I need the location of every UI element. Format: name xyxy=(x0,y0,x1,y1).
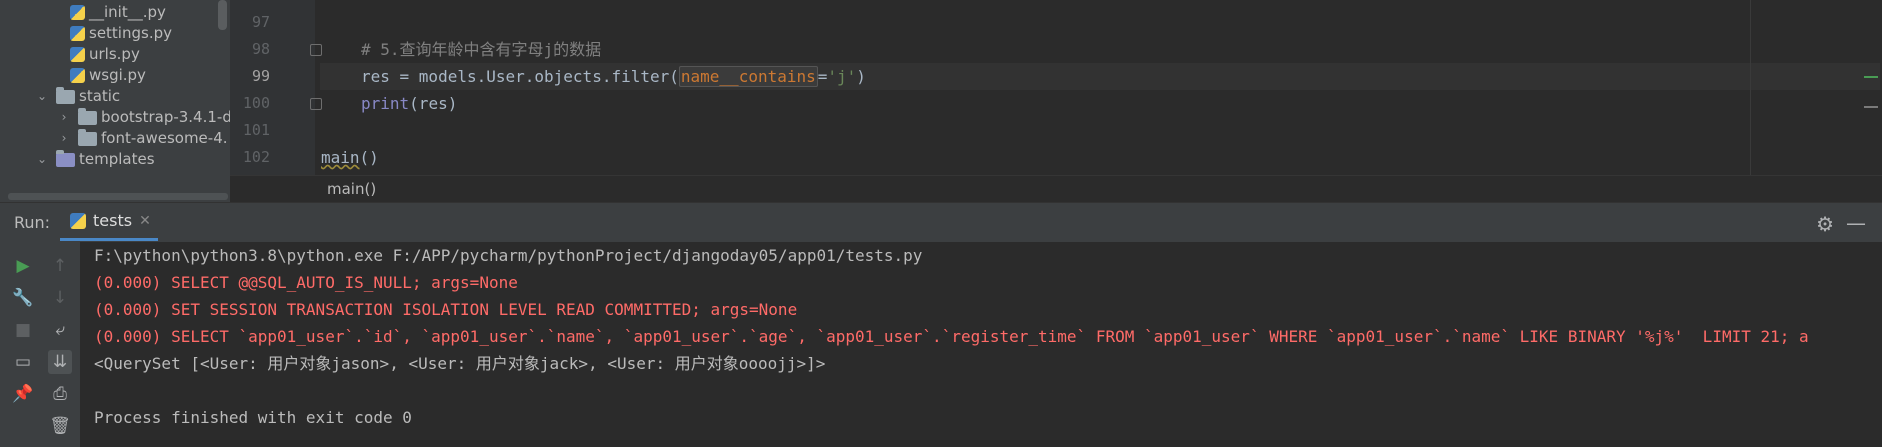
console-line: <QuerySet [<User: 用户对象jason>, <User: 用户对… xyxy=(94,354,826,373)
scroll-to-end-icon[interactable]: ⇊ xyxy=(48,350,72,374)
run-panel-header: Run: tests ✕ ⚙ — xyxy=(0,202,1882,244)
breadcrumb-bar: main() xyxy=(230,175,1882,203)
project-tree: __init__.py settings.py urls.py wsgi.py … xyxy=(0,0,230,202)
code-comment: # 5.查询年龄中含有字母j的数据 xyxy=(361,40,602,59)
folder-icon xyxy=(56,149,75,167)
minimize-icon[interactable]: — xyxy=(1846,211,1866,235)
code-line-99: res = models.User.objects.filter(name__c… xyxy=(361,63,866,90)
tab-label: tests xyxy=(93,211,133,230)
layout-icon[interactable]: ▭ xyxy=(11,350,35,374)
tree-item-label: templates xyxy=(79,150,155,168)
code-string: 'j' xyxy=(827,67,857,86)
wrench-icon[interactable]: 🔧 xyxy=(11,286,35,310)
code-text: () xyxy=(359,148,379,167)
code-text: res = models.User.objects.filter( xyxy=(361,67,679,86)
rerun-icon[interactable]: ▶ xyxy=(11,254,35,278)
code-line-100: print(res) xyxy=(361,90,457,117)
code-function-call: main xyxy=(321,148,360,167)
folder-icon xyxy=(78,107,97,125)
arrow-up-icon[interactable]: ↑ xyxy=(48,254,72,278)
line-number: 102 xyxy=(242,148,270,166)
code-line-102: main() xyxy=(321,144,379,171)
python-file-icon xyxy=(70,5,85,20)
run-toolbar: ▶ ↑ 🔧 ↓ ■ ⤶ ▭ ⇊ 📌 ⎙ 🗑 xyxy=(0,242,80,447)
python-file-icon xyxy=(70,212,86,229)
line-number: 98 xyxy=(251,40,270,58)
line-number: 97 xyxy=(251,13,270,31)
code-builtin: print xyxy=(361,94,410,113)
chevron-down-icon[interactable]: ⌄ xyxy=(34,84,50,109)
code-text: (res) xyxy=(409,94,458,113)
right-margin-guide xyxy=(1750,0,1751,175)
console-line: (0.000) SELECT @@SQL_AUTO_IS_NULL; args=… xyxy=(94,273,518,292)
breadcrumb[interactable]: main() xyxy=(327,180,376,198)
console-output[interactable]: F:\python\python3.8\python.exe F:/APP/py… xyxy=(80,242,1882,447)
console-line: F:\python\python3.8\python.exe F:/APP/py… xyxy=(94,246,923,265)
arrow-down-icon[interactable]: ↓ xyxy=(48,286,72,310)
pin-icon[interactable]: 📌 xyxy=(11,382,35,406)
tree-horizontal-scrollbar[interactable] xyxy=(8,193,228,200)
change-marker[interactable] xyxy=(1864,76,1878,78)
code-text: = xyxy=(817,67,828,86)
soft-wrap-icon[interactable]: ⤶ xyxy=(48,318,72,342)
folder-icon xyxy=(78,128,97,146)
line-number: 99 xyxy=(251,67,270,85)
print-icon[interactable]: ⎙ xyxy=(48,382,72,406)
fold-marker-icon[interactable] xyxy=(310,98,322,110)
python-file-icon xyxy=(70,47,85,62)
tree-vertical-scrollbar[interactable] xyxy=(218,0,227,30)
line-number-gutter: 97 98 99 100 101 102 xyxy=(230,0,322,175)
stop-icon[interactable]: ■ xyxy=(11,318,35,342)
tab-tests[interactable]: tests ✕ xyxy=(60,203,158,241)
tree-item-templates[interactable]: ⌄ templates xyxy=(34,147,155,172)
chevron-down-icon[interactable]: ⌄ xyxy=(34,147,50,172)
console-line: Process finished with exit code 0 xyxy=(94,408,412,427)
gear-icon[interactable]: ⚙ xyxy=(1816,212,1834,236)
run-panel-title: Run: xyxy=(14,213,51,232)
line-number: 100 xyxy=(242,94,270,112)
python-file-icon xyxy=(70,68,85,83)
code-text: ) xyxy=(856,67,866,86)
python-file-icon xyxy=(70,26,85,41)
fold-marker-icon[interactable] xyxy=(310,44,322,56)
code-editor[interactable]: 97 98 99 100 101 102 # 5.查询年龄中含有字母j的数据 r… xyxy=(230,0,1882,175)
console-line: (0.000) SELECT `app01_user`.`id`, `app01… xyxy=(94,327,1809,346)
line-number: 101 xyxy=(242,121,270,139)
folder-icon xyxy=(56,86,75,104)
trash-icon[interactable]: 🗑 xyxy=(48,414,72,438)
code-param: name__contains xyxy=(678,66,818,87)
console-line: (0.000) SET SESSION TRANSACTION ISOLATIO… xyxy=(94,300,798,319)
change-marker[interactable] xyxy=(1864,106,1878,108)
close-icon[interactable]: ✕ xyxy=(139,213,151,229)
